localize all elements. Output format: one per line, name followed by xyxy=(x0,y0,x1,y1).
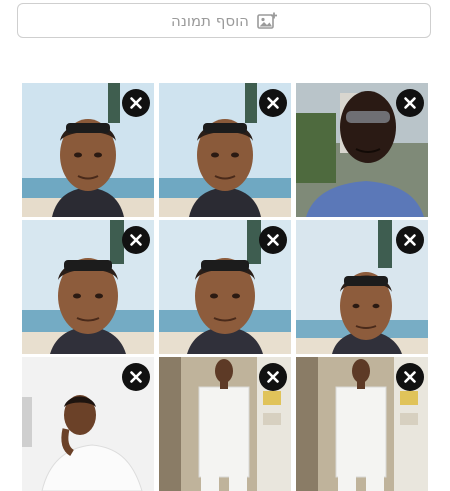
close-icon xyxy=(267,234,279,246)
close-icon xyxy=(267,97,279,109)
remove-photo-button[interactable] xyxy=(122,89,150,117)
photo-thumbnail xyxy=(159,220,291,354)
remove-photo-button[interactable] xyxy=(259,363,287,391)
add-photo-icon xyxy=(257,12,277,29)
remove-photo-button[interactable] xyxy=(259,226,287,254)
photo-thumbnail xyxy=(22,220,154,354)
photo-thumbnail xyxy=(22,357,154,491)
close-icon xyxy=(404,234,416,246)
close-icon xyxy=(404,371,416,383)
photo-thumbnail xyxy=(296,83,428,217)
close-icon xyxy=(130,97,142,109)
remove-photo-button[interactable] xyxy=(259,89,287,117)
close-icon xyxy=(267,371,279,383)
photo-grid xyxy=(22,83,428,491)
remove-photo-button[interactable] xyxy=(396,226,424,254)
remove-photo-button[interactable] xyxy=(122,226,150,254)
add-photo-button[interactable]: הוסף תמונה xyxy=(17,3,431,38)
remove-photo-button[interactable] xyxy=(396,363,424,391)
photo-thumbnail xyxy=(159,357,291,491)
photo-thumbnail xyxy=(296,220,428,354)
remove-photo-button[interactable] xyxy=(396,89,424,117)
add-photo-label: הוסף תמונה xyxy=(171,11,249,30)
photo-thumbnail xyxy=(22,83,154,217)
close-icon xyxy=(404,97,416,109)
close-icon xyxy=(130,234,142,246)
photo-thumbnail xyxy=(159,83,291,217)
remove-photo-button[interactable] xyxy=(122,363,150,391)
photo-thumbnail xyxy=(296,357,428,491)
close-icon xyxy=(130,371,142,383)
